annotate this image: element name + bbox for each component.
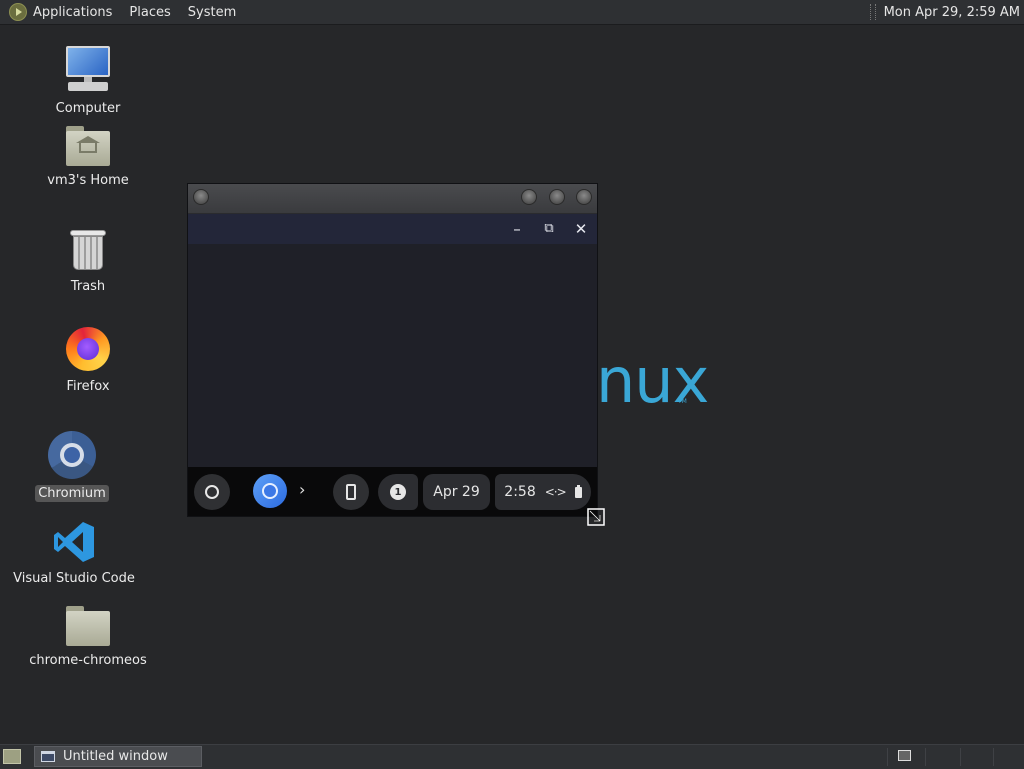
distro-logo-icon[interactable] xyxy=(9,3,27,21)
panel-clock[interactable]: Mon Apr 29, 2:59 AM xyxy=(884,5,1020,20)
minimize-icon[interactable]: – xyxy=(509,221,525,237)
shelf-chrome-app[interactable] xyxy=(253,474,287,508)
menu-places[interactable]: Places xyxy=(129,5,170,20)
desktop-icon-label: chrome-chromeos xyxy=(29,653,147,668)
desktop-icon-label: Trash xyxy=(70,279,106,294)
restore-icon[interactable]: ⧉ xyxy=(541,221,557,237)
panel-divider xyxy=(960,748,961,766)
panel-divider xyxy=(925,748,926,766)
top-panel: Applications Places System Mon Apr 29, 2… xyxy=(0,0,1024,25)
chromeos-frame-header: – ⧉ ✕ xyxy=(188,214,597,244)
status-tray[interactable]: 2:58 <·> xyxy=(495,474,591,510)
firefox-icon xyxy=(65,326,111,372)
menu-system[interactable]: System xyxy=(188,5,236,20)
chrome-icon xyxy=(262,483,278,499)
phone-hub-button[interactable] xyxy=(333,474,369,510)
vscode-icon xyxy=(52,520,96,564)
desktop-icon-chromium[interactable]: Chromium xyxy=(0,431,147,502)
chromium-icon xyxy=(48,431,96,479)
desktop-icon-vscode[interactable]: Visual Studio Code xyxy=(0,520,149,587)
panel-handle-icon[interactable] xyxy=(869,4,876,20)
desktop-icon-firefox[interactable]: Firefox xyxy=(13,326,163,395)
desktop-icon-chrome-chromeos[interactable]: chrome-chromeos xyxy=(13,606,163,669)
window-titlebar[interactable] xyxy=(188,184,597,214)
taskbar-window-title: Untitled window xyxy=(63,749,168,764)
titlebar-maximize-button[interactable] xyxy=(549,189,565,205)
chromeos-shelf: › 1 Apr 29 2:58 <·> xyxy=(188,467,597,516)
desktop-icon-label: Computer xyxy=(55,101,121,116)
launcher-button[interactable] xyxy=(194,474,230,510)
notification-count-badge: 1 xyxy=(390,484,406,500)
battery-icon xyxy=(574,484,582,498)
menu-applications[interactable]: Applications xyxy=(33,5,112,20)
bottom-panel: Untitled window xyxy=(0,744,1024,769)
trash-icon xyxy=(69,228,107,272)
launcher-icon xyxy=(205,485,219,499)
desktop-icon-home[interactable]: vm3's Home xyxy=(13,126,163,189)
window-icon xyxy=(41,751,55,762)
panel-divider xyxy=(887,748,888,766)
date-tray[interactable]: Apr 29 xyxy=(423,474,490,510)
resize-cursor-icon xyxy=(587,508,605,526)
titlebar-minimize-button[interactable] xyxy=(521,189,537,205)
close-icon[interactable]: ✕ xyxy=(573,221,589,237)
taskbar-window-button[interactable]: Untitled window xyxy=(34,746,202,767)
phone-icon xyxy=(346,484,356,500)
network-icon: <·> xyxy=(544,485,567,499)
time-label: 2:58 xyxy=(504,484,536,500)
desktop-icon-computer[interactable]: Computer xyxy=(13,46,163,117)
window-content-area[interactable] xyxy=(188,244,597,467)
untitled-window[interactable]: – ⧉ ✕ › 1 Apr 29 2:58 <·> xyxy=(187,183,598,517)
workspace-switcher-icon[interactable] xyxy=(898,750,911,761)
home-folder-icon xyxy=(66,126,110,166)
date-label: Apr 29 xyxy=(433,484,480,500)
notification-pill[interactable]: 1 xyxy=(378,474,418,510)
show-desktop-icon[interactable] xyxy=(3,749,21,764)
window-menu-button[interactable] xyxy=(193,189,209,205)
folder-icon xyxy=(66,606,110,646)
chevron-right-icon[interactable]: › xyxy=(299,480,305,499)
desktop-icon-label: vm3's Home xyxy=(47,173,129,188)
titlebar-close-button[interactable] xyxy=(576,189,592,205)
desktop-icon-label: Visual Studio Code xyxy=(13,571,135,586)
desktop-wordmark: nux xyxy=(596,344,709,417)
desktop-icon-label: Chromium xyxy=(35,485,109,502)
desktop-icon-trash[interactable]: Trash xyxy=(13,228,163,295)
computer-icon xyxy=(64,46,112,94)
panel-divider xyxy=(993,748,994,766)
desktop-wordmark-tm: TM xyxy=(678,398,687,405)
desktop-icon-label: Firefox xyxy=(66,379,110,394)
